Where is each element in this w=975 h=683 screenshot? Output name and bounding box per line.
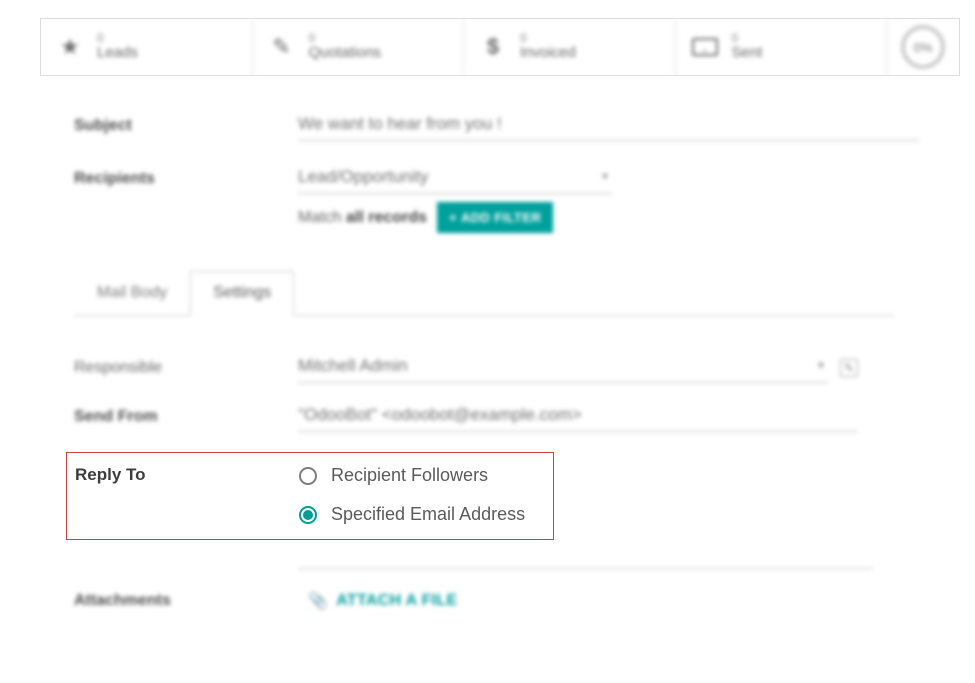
stat-bar: 0 Leads 0 Quotations 0 Invoiced 0 Sent (40, 18, 960, 76)
chevron-down-icon: ▾ (818, 358, 824, 372)
paperclip-icon: 📎 (308, 591, 328, 611)
stat-sent[interactable]: 0 Sent (676, 19, 888, 75)
subject-input[interactable]: We want to hear from you ! (298, 110, 920, 141)
reply-to-highlight: Reply To Recipient Followers Specified E… (66, 452, 554, 540)
match-text: Match all records (298, 209, 427, 227)
percent-ring: 0% (901, 25, 945, 69)
reply-to-label: Reply To (75, 463, 299, 485)
attach-file-link[interactable]: 📎 ATTACH A FILE (308, 591, 457, 611)
recipients-label: Recipients (74, 170, 298, 188)
responsible-select[interactable]: Mitchell Admin ▾ (298, 352, 828, 383)
radio-icon-checked (299, 506, 317, 524)
dollar-icon (480, 34, 506, 60)
plus-icon: + (449, 210, 457, 225)
stat-quotations-label: Quotations (309, 45, 382, 62)
recipients-select[interactable]: Lead/Opportunity (298, 163, 612, 194)
external-link-icon[interactable] (840, 359, 858, 376)
tab-mail-body[interactable]: Mail Body (74, 271, 190, 315)
mailing-form-view: 0 Leads 0 Quotations 0 Invoiced 0 Sent (0, 0, 975, 683)
star-icon (57, 34, 83, 60)
add-filter-button[interactable]: +ADD FILTER (437, 202, 553, 233)
stat-leads[interactable]: 0 Leads (41, 19, 253, 75)
percent-value: 0% (914, 40, 933, 55)
stat-sent-label: Sent (732, 45, 763, 62)
stat-quotations[interactable]: 0 Quotations (253, 19, 465, 75)
tabs: Mail Body Settings (74, 271, 894, 316)
send-from-input[interactable]: "OdooBot" <odoobot@example.com> (298, 401, 858, 432)
stat-leads-label: Leads (97, 45, 138, 62)
send-from-label: Send From (74, 408, 298, 426)
reply-option-specified[interactable]: Specified Email Address (299, 504, 525, 525)
divider (298, 568, 873, 569)
attachments-label: Attachments (74, 592, 298, 610)
responsible-label: Responsible (74, 359, 298, 377)
reply-to-radios: Recipient Followers Specified Email Addr… (299, 463, 525, 525)
radio-icon (299, 467, 317, 485)
stat-percent[interactable]: 0% (887, 19, 959, 75)
stat-invoiced[interactable]: 0 Invoiced (464, 19, 676, 75)
subject-label: Subject (74, 117, 298, 135)
stat-invoiced-label: Invoiced (520, 45, 576, 62)
reply-option-followers[interactable]: Recipient Followers (299, 465, 525, 486)
envelope-icon (692, 38, 718, 56)
pencil-icon (269, 34, 295, 60)
tab-settings[interactable]: Settings (190, 271, 294, 316)
